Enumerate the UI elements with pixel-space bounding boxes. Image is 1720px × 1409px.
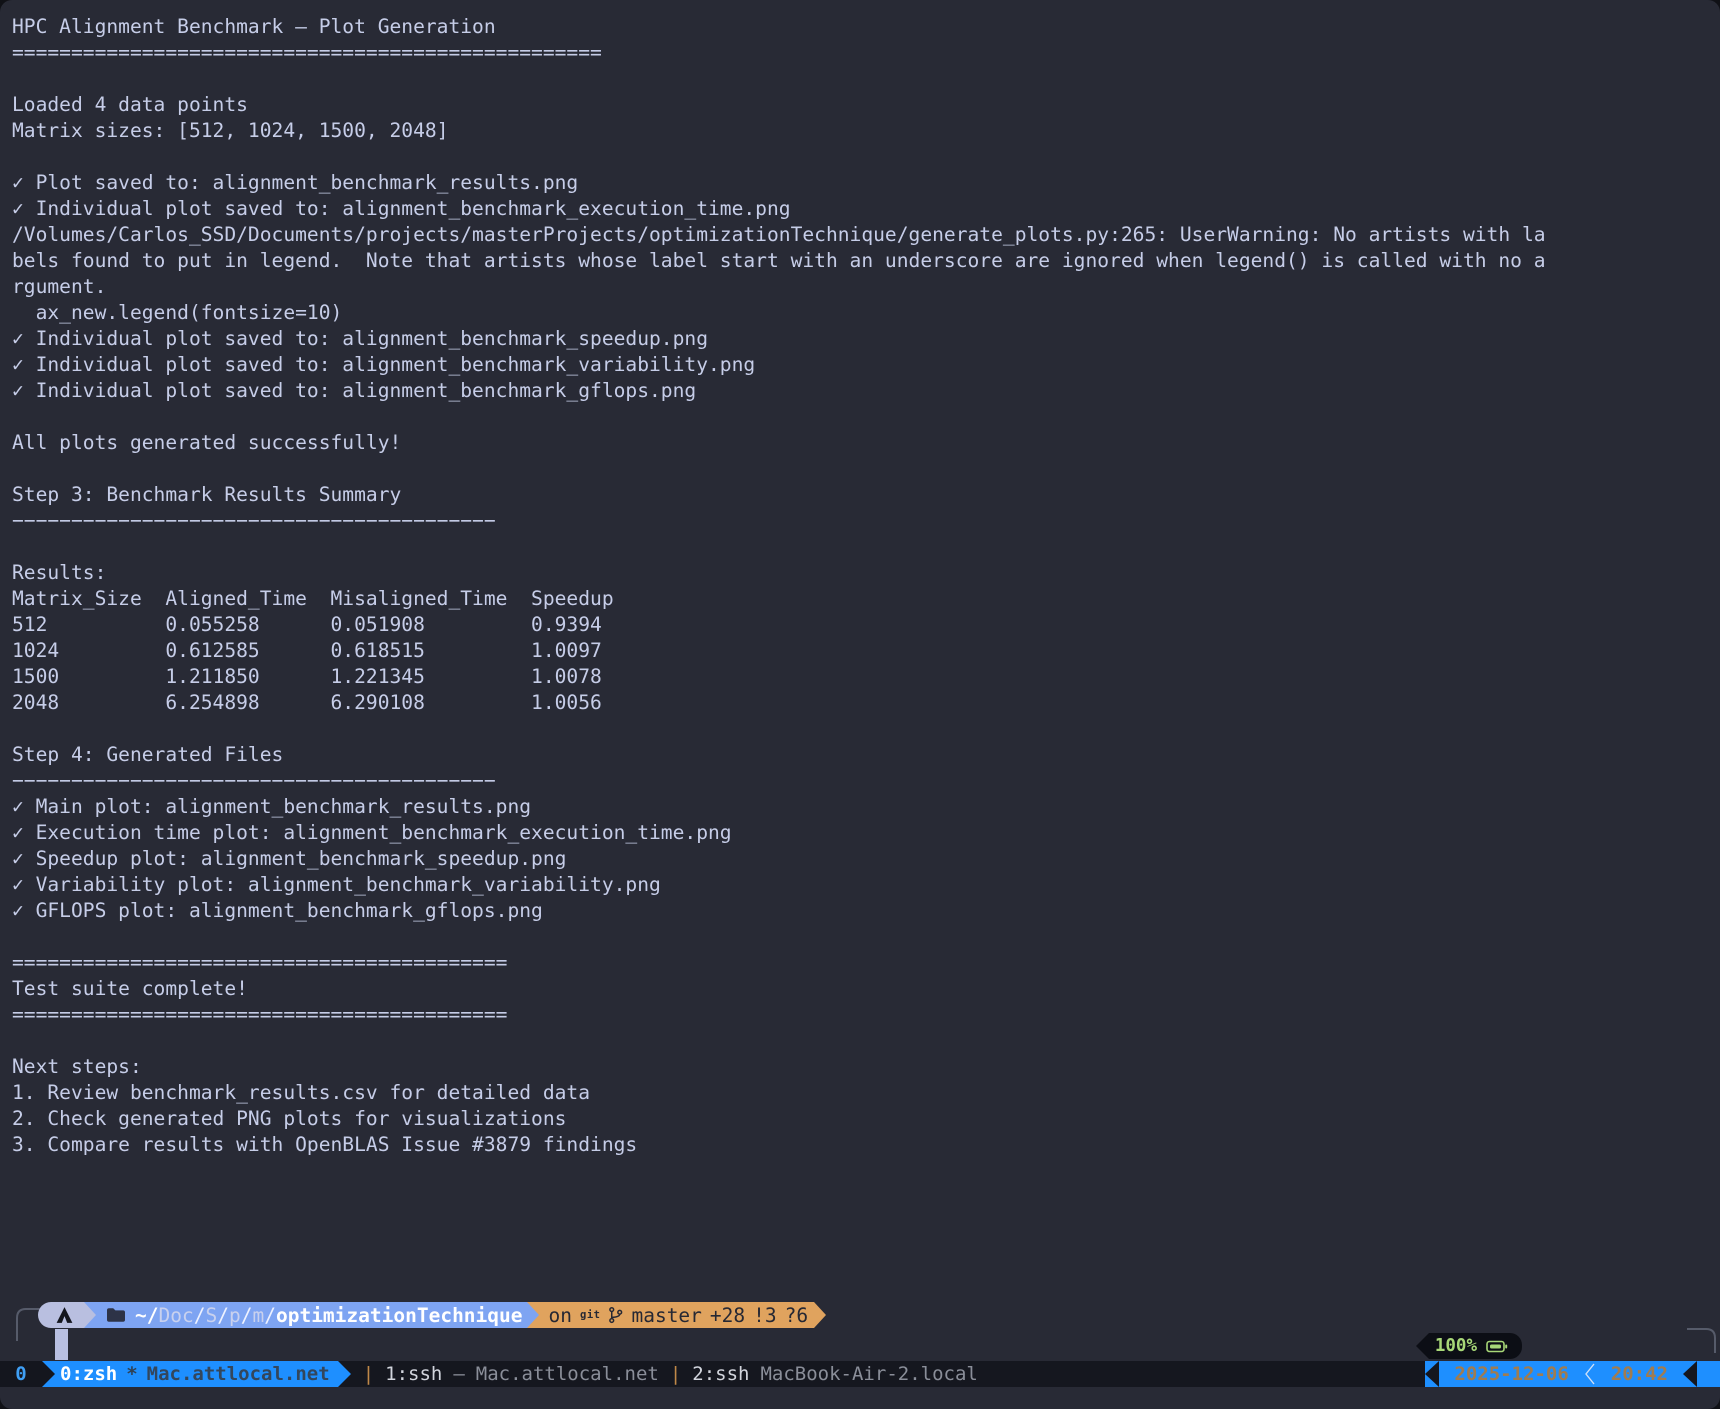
terminal-line: −−−−−−−−−−−−−−−−−−−−−−−−−−−−−−−−−−−−−−−−…: [12, 768, 1718, 794]
window-flag: *: [126, 1363, 137, 1385]
terminal-line: ✓ Individual plot saved to: alignment_be…: [12, 196, 1718, 222]
git-branch-name: master: [631, 1304, 701, 1327]
terminal-line: ========================================…: [12, 950, 1718, 976]
os-segment: [38, 1302, 84, 1328]
status-bar-spacer: [978, 1361, 1426, 1387]
status-bar-right: 2025-12-06 20:42: [1425, 1361, 1720, 1387]
terminal-line: 1024 0.612585 0.618515 1.0097: [12, 638, 1718, 664]
powerline-separator: [42, 1361, 55, 1387]
tmux-status-bar: 0 0:zsh * Mac.attlocal.net | 1:ssh–Mac.at…: [0, 1361, 1720, 1387]
powerline-separator: [1425, 1361, 1439, 1387]
battery-widget: 100%: [1416, 1333, 1522, 1359]
git-segment: on git master +28 !3 ?6: [539, 1302, 815, 1328]
terminal-line: Next steps:: [12, 1054, 1718, 1080]
time-display: 20:42: [1596, 1361, 1683, 1387]
git-modified-count: !3: [753, 1304, 776, 1327]
terminal-line: [12, 1028, 1718, 1054]
git-word-icon: git: [580, 1309, 600, 1321]
session-index[interactable]: 0: [0, 1361, 42, 1387]
terminal-line: Loaded 4 data points: [12, 92, 1718, 118]
battery-arrow: [1416, 1333, 1429, 1359]
window-list: | 1:ssh–Mac.attlocal.net | 2:sshMacBook-Air…: [351, 1361, 978, 1387]
terminal-line: 1. Review benchmark_results.csv for deta…: [12, 1080, 1718, 1106]
terminal-line: ✓ Individual plot saved to: alignment_be…: [12, 326, 1718, 352]
terminal-line: ✓ Variability plot: alignment_benchmark_…: [12, 872, 1718, 898]
terminal-line: 512 0.055258 0.051908 0.9394: [12, 612, 1718, 638]
terminal-line: [12, 66, 1718, 92]
git-on-label: on: [549, 1304, 572, 1327]
git-added-count: +28: [710, 1304, 745, 1327]
terminal-line: 3. Compare results with OpenBLAS Issue #…: [12, 1132, 1718, 1158]
terminal-line: ✓ Execution time plot: alignment_benchma…: [12, 820, 1718, 846]
terminal-line: ========================================…: [12, 1002, 1718, 1028]
terminal-cursor[interactable]: [55, 1329, 68, 1360]
window-separator: |: [670, 1363, 681, 1385]
folder-icon: [106, 1307, 126, 1323]
window-host: Mac.attlocal.net: [147, 1363, 330, 1385]
terminal-line: HPC Alignment Benchmark – Plot Generatio…: [12, 14, 1718, 40]
terminal-line: ✓ Individual plot saved to: alignment_be…: [12, 352, 1718, 378]
terminal-line: 2. Check generated PNG plots for visuali…: [12, 1106, 1718, 1132]
terminal-line: ✓ GFLOPS plot: alignment_benchmark_gflop…: [12, 898, 1718, 924]
terminal-line: Matrix sizes: [512, 1024, 1500, 2048]: [12, 118, 1718, 144]
terminal-line: [12, 716, 1718, 742]
terminal-line: Step 4: Generated Files: [12, 742, 1718, 768]
powerline-separator: [1683, 1361, 1697, 1387]
terminal-window: HPC Alignment Benchmark – Plot Generatio…: [0, 0, 1720, 1409]
terminal-line: Results:: [12, 560, 1718, 586]
terminal-line: 2048 6.254898 6.290108 1.0056: [12, 690, 1718, 716]
terminal-output: HPC Alignment Benchmark – Plot Generatio…: [12, 14, 1718, 1158]
terminal-line: ========================================…: [12, 40, 1718, 66]
terminal-line: Step 3: Benchmark Results Summary: [12, 482, 1718, 508]
terminal-line: ✓ Plot saved to: alignment_benchmark_res…: [12, 170, 1718, 196]
terminal-line: [12, 456, 1718, 482]
date-display: 2025-12-06: [1439, 1361, 1583, 1387]
powerline-separator: [814, 1302, 826, 1328]
window-separator: |: [363, 1363, 374, 1385]
git-branch-icon: [608, 1306, 623, 1324]
terminal-line: rgument.: [12, 274, 1718, 300]
terminal-line: [12, 534, 1718, 560]
terminal-line: ✓ Main plot: alignment_benchmark_results…: [12, 794, 1718, 820]
path-segment: ~/Doc/S/p/m/optimizationTechnique: [96, 1302, 527, 1328]
terminal-line: Matrix_Size Aligned_Time Misaligned_Time…: [12, 586, 1718, 612]
terminal-line: /Volumes/Carlos_SSD/Documents/projects/m…: [12, 222, 1718, 248]
arch-logo-icon: [55, 1306, 74, 1324]
terminal-line: Test suite complete!: [12, 976, 1718, 1002]
battery-percent: 100%: [1435, 1336, 1477, 1356]
prompt-frame-corner-right: [1686, 1328, 1716, 1354]
window-label: 0:zsh: [60, 1363, 117, 1385]
terminal-line: [12, 404, 1718, 430]
terminal-line: All plots generated successfully!: [12, 430, 1718, 456]
window-tab[interactable]: 1:ssh–Mac.attlocal.net: [385, 1363, 659, 1385]
window-tab-active[interactable]: 0:zsh * Mac.attlocal.net: [55, 1361, 338, 1387]
powerline-separator: [527, 1302, 539, 1328]
status-bar-endcap: [1697, 1361, 1720, 1387]
terminal-line: bels found to put in legend. Note that a…: [12, 248, 1718, 274]
terminal-line: 1500 1.211850 1.221345 1.0078: [12, 664, 1718, 690]
battery-icon: [1486, 1340, 1508, 1353]
powerline-separator: [338, 1361, 351, 1387]
terminal-line: −−−−−−−−−−−−−−−−−−−−−−−−−−−−−−−−−−−−−−−−…: [12, 508, 1718, 534]
terminal-line: [12, 924, 1718, 950]
current-path: ~/Doc/S/p/m/optimizationTechnique: [135, 1304, 523, 1327]
terminal-line: ax_new.legend(fontsize=10): [12, 300, 1718, 326]
git-untracked-count: ?6: [785, 1304, 808, 1327]
powerline-separator: [84, 1302, 96, 1328]
terminal-line: [12, 144, 1718, 170]
shell-prompt: ~/Doc/S/p/m/optimizationTechnique on git…: [38, 1302, 826, 1328]
terminal-line: ✓ Individual plot saved to: alignment_be…: [12, 378, 1718, 404]
terminal-line: ✓ Speedup plot: alignment_benchmark_spee…: [12, 846, 1718, 872]
window-tab[interactable]: 2:sshMacBook-Air-2.local: [692, 1363, 978, 1385]
chevron-left-icon: [1584, 1361, 1596, 1387]
